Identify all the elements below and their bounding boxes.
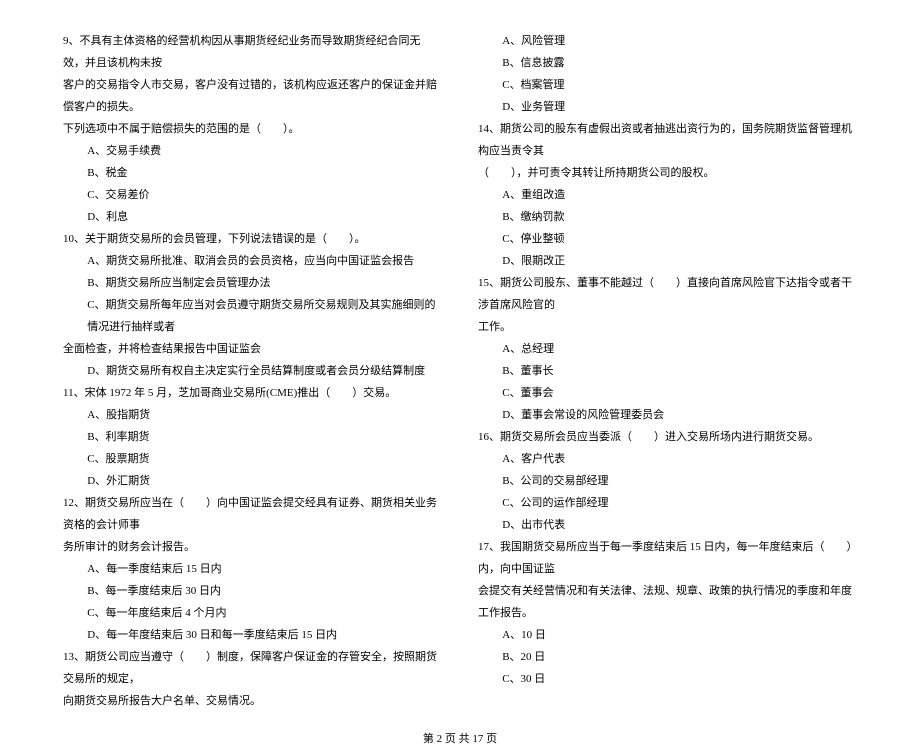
q17-option-a: A、10 日 xyxy=(478,624,857,646)
q12-option-a: A、每一季度结束后 15 日内 xyxy=(63,558,442,580)
q9-stem-line3: 下列选项中不属于赔偿损失的范围的是（ ）。 xyxy=(63,118,442,140)
q12-stem-line2: 务所审计的财务会计报告。 xyxy=(63,536,442,558)
q11-option-d: D、外汇期货 xyxy=(63,470,442,492)
q9-stem-line1: 9、不具有主体资格的经营机构因从事期货经纪业务而导致期货经纪合同无效，并且该机构… xyxy=(63,30,442,74)
q14-option-a: A、重组改造 xyxy=(478,184,857,206)
q10-option-a: A、期货交易所批准、取消会员的会员资格，应当向中国证监会报告 xyxy=(63,250,442,272)
q9-option-c: C、交易差价 xyxy=(63,184,442,206)
q17-option-c: C、30 日 xyxy=(478,668,857,690)
question-13: 13、期货公司应当遵守（ ）制度，保障客户保证金的存管安全，按照期货交易所的规定… xyxy=(63,646,442,712)
q14-stem-line1: 14、期货公司的股东有虚假出资或者抽逃出资行为的，国务院期货监督管理机构应当责令… xyxy=(478,118,857,162)
question-11: 11、宋体 1972 年 5 月，芝加哥商业交易所(CME)推出（ ）交易。 A… xyxy=(63,382,442,492)
question-12: 12、期货交易所应当在（ ）向中国证监会提交经具有证券、期货相关业务资格的会计师… xyxy=(63,492,442,646)
q12-option-b: B、每一季度结束后 30 日内 xyxy=(63,580,442,602)
question-17: 17、我国期货交易所应当于每一季度结束后 15 日内，每一年度结束后（ ）内，向… xyxy=(478,536,857,690)
q15-option-d: D、董事会常设的风险管理委员会 xyxy=(478,404,857,426)
q11-option-b: B、利率期货 xyxy=(63,426,442,448)
q15-option-a: A、总经理 xyxy=(478,338,857,360)
page-content: 9、不具有主体资格的经营机构因从事期货经纪业务而导致期货经纪合同无效，并且该机构… xyxy=(0,0,920,722)
q15-stem-line1: 15、期货公司股东、董事不能越过（ ）直接向首席风险官下达指令或者干涉首席风险官… xyxy=(478,272,857,316)
q16-option-a: A、客户代表 xyxy=(478,448,857,470)
q12-stem-line1: 12、期货交易所应当在（ ）向中国证监会提交经具有证券、期货相关业务资格的会计师… xyxy=(63,492,442,536)
q13-option-d: D、业务管理 xyxy=(478,96,857,118)
left-column: 9、不具有主体资格的经营机构因从事期货经纪业务而导致期货经纪合同无效，并且该机构… xyxy=(55,30,450,712)
q10-option-b: B、期货交易所应当制定会员管理办法 xyxy=(63,272,442,294)
question-14: 14、期货公司的股东有虚假出资或者抽逃出资行为的，国务院期货监督管理机构应当责令… xyxy=(478,118,857,272)
question-15: 15、期货公司股东、董事不能越过（ ）直接向首席风险官下达指令或者干涉首席风险官… xyxy=(478,272,857,426)
q13-option-b: B、信息披露 xyxy=(478,52,857,74)
q14-option-c: C、停业整顿 xyxy=(478,228,857,250)
question-10: 10、关于期货交易所的会员管理，下列说法错误的是（ ）。 A、期货交易所批准、取… xyxy=(63,228,442,382)
q12-option-c: C、每一年度结束后 4 个月内 xyxy=(63,602,442,624)
q17-stem-line1: 17、我国期货交易所应当于每一季度结束后 15 日内，每一年度结束后（ ）内，向… xyxy=(478,536,857,580)
q15-option-c: C、董事会 xyxy=(478,382,857,404)
q11-option-c: C、股票期货 xyxy=(63,448,442,470)
q16-option-d: D、出市代表 xyxy=(478,514,857,536)
question-16: 16、期货交易所会员应当委派（ ）进入交易所场内进行期货交易。 A、客户代表 B… xyxy=(478,426,857,536)
q13-option-c: C、档案管理 xyxy=(478,74,857,96)
q15-stem-line2: 工作。 xyxy=(478,316,857,338)
q14-stem-line2: （ ），并可责令其转让所持期货公司的股权。 xyxy=(478,162,857,184)
q14-option-b: B、缴纳罚款 xyxy=(478,206,857,228)
q15-option-b: B、董事长 xyxy=(478,360,857,382)
q10-stem: 10、关于期货交易所的会员管理，下列说法错误的是（ ）。 xyxy=(63,228,442,250)
q10-option-d: D、期货交易所有权自主决定实行全员结算制度或者会员分级结算制度 xyxy=(63,360,442,382)
q11-option-a: A、股指期货 xyxy=(63,404,442,426)
q9-stem-line2: 客户的交易指令人市交易，客户没有过错的，该机构应返还客户的保证金并赔偿客户的损失… xyxy=(63,74,442,118)
q10-option-c-line2: 全面检查，并将检查结果报告中国证监会 xyxy=(63,338,442,360)
q16-stem: 16、期货交易所会员应当委派（ ）进入交易所场内进行期货交易。 xyxy=(478,426,857,448)
q16-option-c: C、公司的运作部经理 xyxy=(478,492,857,514)
question-9: 9、不具有主体资格的经营机构因从事期货经纪业务而导致期货经纪合同无效，并且该机构… xyxy=(63,30,442,228)
q13-stem-line2: 向期货交易所报告大户名单、交易情况。 xyxy=(63,690,442,712)
q10-option-c-line1: C、期货交易所每年应当对会员遵守期货交易所交易规则及其实施细则的情况进行抽样或者 xyxy=(63,294,442,338)
q9-option-b: B、税金 xyxy=(63,162,442,184)
page-footer: 第 2 页 共 17 页 xyxy=(0,722,920,750)
q12-option-d: D、每一年度结束后 30 日和每一季度结束后 15 日内 xyxy=(63,624,442,646)
q13-stem-line1: 13、期货公司应当遵守（ ）制度，保障客户保证金的存管安全，按照期货交易所的规定… xyxy=(63,646,442,690)
q11-stem: 11、宋体 1972 年 5 月，芝加哥商业交易所(CME)推出（ ）交易。 xyxy=(63,382,442,404)
right-column: A、风险管理 B、信息披露 C、档案管理 D、业务管理 14、期货公司的股东有虚… xyxy=(470,30,865,712)
q14-option-d: D、限期改正 xyxy=(478,250,857,272)
q17-stem-line2: 会提交有关经营情况和有关法律、法规、规章、政策的执行情况的季度和年度工作报告。 xyxy=(478,580,857,624)
q16-option-b: B、公司的交易部经理 xyxy=(478,470,857,492)
q13-option-a: A、风险管理 xyxy=(478,30,857,52)
q9-option-d: D、利息 xyxy=(63,206,442,228)
question-13-options: A、风险管理 B、信息披露 C、档案管理 D、业务管理 xyxy=(478,30,857,118)
q17-option-b: B、20 日 xyxy=(478,646,857,668)
q9-option-a: A、交易手续费 xyxy=(63,140,442,162)
